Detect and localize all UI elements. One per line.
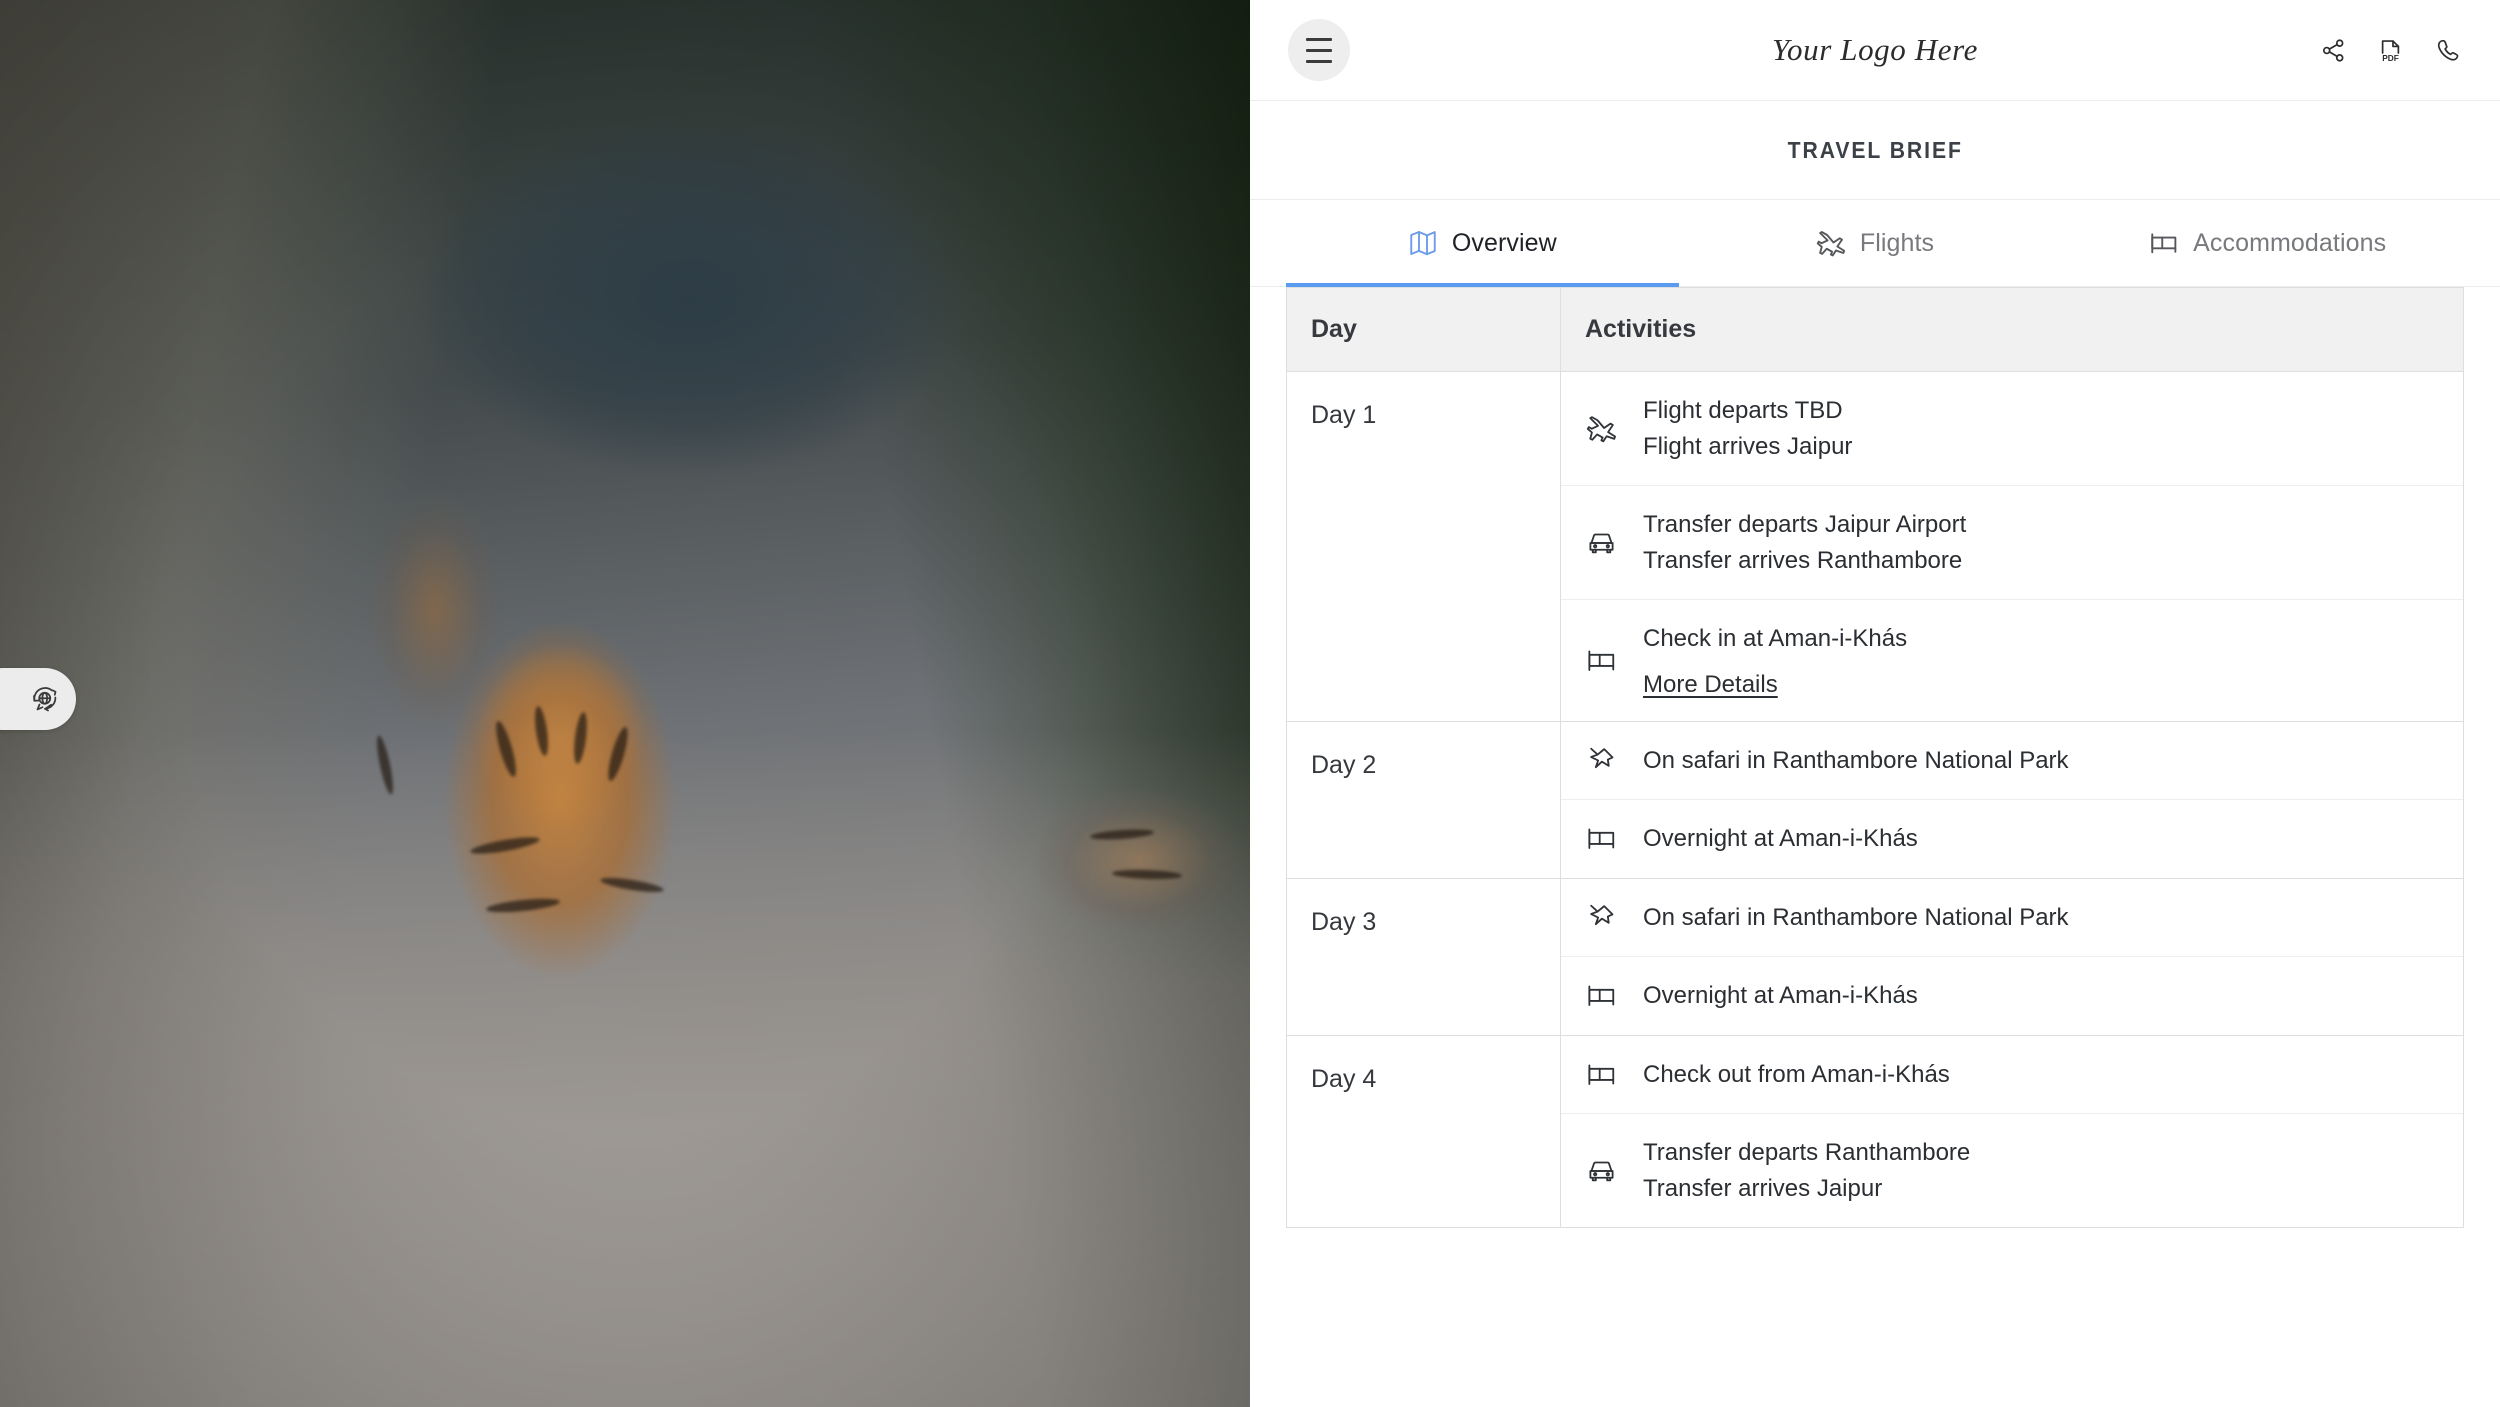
activities-cell: On safari in Ranthambore National Park Ov… <box>1560 877 2464 1036</box>
bed-icon <box>1585 644 1617 676</box>
activities-cell: Flight departs TBD Flight arrives Jaipur T… <box>1560 371 2464 722</box>
table-head: Day Activities <box>1286 287 2464 372</box>
day-cell: Day 3 <box>1286 877 1561 1036</box>
pdf-icon: PDF <box>2377 37 2404 64</box>
activity-text: On safari in Ranthambore National Park <box>1643 901 2069 934</box>
activities-cell: Check out from Aman-i-Khás Transfer depar… <box>1560 1034 2464 1229</box>
brand-logo: Your Logo Here <box>1772 32 1978 67</box>
car-icon <box>1585 527 1617 559</box>
day-label: Day 3 <box>1311 907 1377 936</box>
activity-row: Check in at Aman-i-Khás More Details <box>1561 600 2463 720</box>
plane-icon <box>1816 228 1846 258</box>
day-cell: Day 4 <box>1286 1034 1561 1229</box>
bed-icon <box>1585 1058 1617 1090</box>
activity-row: Flight departs TBD Flight arrives Jaipur <box>1561 372 2463 487</box>
top-bar: Your Logo Here PDF <box>1250 0 2500 101</box>
app-root: Your Logo Here PDF TRAVEL BRIEF Overview… <box>0 0 2500 1407</box>
day-label: Day 4 <box>1311 1064 1377 1093</box>
tab-bar: Overview Flights Accommodations <box>1250 200 2500 287</box>
activity-text: Check out from Aman-i-Khás <box>1643 1058 1950 1091</box>
svg-text:PDF: PDF <box>2382 52 2399 62</box>
activity-list: On safari in Ranthambore National Park Ov… <box>1561 879 2463 1035</box>
tab-accommodations[interactable]: Accommodations <box>2071 200 2464 286</box>
hero-image-panel <box>0 0 1250 1407</box>
more-details-link[interactable]: More Details <box>1643 671 1907 699</box>
column-header-activities: Activities <box>1560 287 2464 372</box>
bed-icon <box>1585 823 1617 855</box>
activity-row: On safari in Ranthambore National Park <box>1561 879 2463 957</box>
day-cell: Day 2 <box>1286 720 1561 879</box>
activity-text: Transfer departs Jaipur Airport Transfer … <box>1643 508 1966 577</box>
page-title: TRAVEL BRIEF <box>1787 136 1963 163</box>
page-title-band: TRAVEL BRIEF <box>1250 101 2500 200</box>
phone-icon <box>2434 37 2461 64</box>
table-header-row: Day Activities <box>1286 287 2464 372</box>
activity-line: Transfer arrives Ranthambore <box>1643 547 1963 575</box>
activity-row: Transfer departs Jaipur Airport Transfer … <box>1561 486 2463 601</box>
activity-line: Transfer departs Jaipur Airport <box>1643 511 1967 539</box>
tab-overview[interactable]: Overview <box>1286 200 1679 287</box>
pin-icon <box>1585 744 1617 776</box>
photo-vignette <box>0 0 1250 1407</box>
bed-icon <box>2149 228 2179 258</box>
plane-icon <box>1585 413 1617 445</box>
day-label: Day 1 <box>1311 401 1377 429</box>
activity-row: Overnight at Aman-i-Khás <box>1561 957 2463 1035</box>
itinerary-table-container: Day Activities Day 1 Flight departs TBD Fl… <box>1250 287 2500 1407</box>
activity-line: Flight arrives Jaipur <box>1643 433 1853 461</box>
day-cell: Day 1 <box>1286 371 1561 722</box>
hamburger-icon-line <box>1306 59 1332 63</box>
table-row: Day 2 On safari in Ranthambore National P… <box>1286 720 2464 879</box>
share-button[interactable] <box>2318 35 2348 65</box>
pdf-download-button[interactable]: PDF <box>2375 35 2405 65</box>
activity-line: Transfer departs Ranthambore <box>1643 1138 1971 1166</box>
activity-text: Flight departs TBD Flight arrives Jaipur <box>1643 394 1852 463</box>
activities-cell: On safari in Ranthambore National Park Ov… <box>1560 720 2464 879</box>
activity-row: Transfer departs Ranthambore Transfer arr… <box>1561 1114 2463 1227</box>
hamburger-menu-button[interactable] <box>1288 19 1350 81</box>
translate-globe-icon <box>30 684 60 714</box>
map-icon <box>1408 228 1438 258</box>
activity-line: Check in at Aman-i-Khás <box>1643 625 1908 653</box>
table-row: Day 3 On safari in Ranthambore National P… <box>1286 877 2464 1036</box>
table-body: Day 1 Flight departs TBD Flight arrives Ja… <box>1286 371 2464 1229</box>
table-row: Day 4 Check out from Aman-i-Khás Transfer … <box>1286 1034 2464 1229</box>
activity-row: Overnight at Aman-i-Khás <box>1561 800 2463 878</box>
activity-line: Check out from Aman-i-Khás <box>1643 1060 1950 1088</box>
activity-list: Flight departs TBD Flight arrives Jaipur T… <box>1561 372 2463 721</box>
bed-icon <box>1585 980 1617 1012</box>
hamburger-icon-line <box>1306 48 1332 52</box>
activity-text: Check in at Aman-i-Khás More Details <box>1643 622 1907 698</box>
tab-flights[interactable]: Flights <box>1679 200 2072 286</box>
activity-line: Overnight at Aman-i-Khás <box>1643 982 1918 1010</box>
tab-flights-label: Flights <box>1859 228 1935 257</box>
phone-button[interactable] <box>2432 35 2462 65</box>
activity-text: Transfer departs Ranthambore Transfer arr… <box>1643 1136 1970 1205</box>
activity-line: Transfer arrives Jaipur <box>1643 1174 1883 1202</box>
translate-widget-button[interactable] <box>0 668 76 730</box>
tab-overview-label: Overview <box>1451 228 1557 257</box>
hamburger-icon-line <box>1306 37 1332 41</box>
tab-accommodations-label: Accommodations <box>2193 228 2387 257</box>
car-icon <box>1585 1154 1617 1186</box>
content-panel: Your Logo Here PDF TRAVEL BRIEF Overview… <box>1250 0 2500 1407</box>
day-label: Day 2 <box>1311 750 1377 779</box>
activity-list: Check out from Aman-i-Khás Transfer depar… <box>1561 1036 2463 1227</box>
activity-row: Check out from Aman-i-Khás <box>1561 1036 2463 1114</box>
column-header-day: Day <box>1286 287 1561 372</box>
top-bar-actions: PDF <box>2318 35 2462 65</box>
activity-line: Flight departs TBD <box>1643 397 1843 424</box>
pin-icon <box>1585 901 1617 933</box>
activity-text: Overnight at Aman-i-Khás <box>1643 822 1918 855</box>
activity-line: On safari in Ranthambore National Park <box>1643 903 2069 931</box>
activity-list: On safari in Ranthambore National Park Ov… <box>1561 722 2463 878</box>
activity-text: Overnight at Aman-i-Khás <box>1643 979 1918 1012</box>
itinerary-table: Day Activities Day 1 Flight departs TBD Fl… <box>1286 287 2464 1229</box>
activity-line: Overnight at Aman-i-Khás <box>1643 825 1918 853</box>
activity-text: On safari in Ranthambore National Park <box>1643 744 2069 777</box>
activity-row: On safari in Ranthambore National Park <box>1561 722 2463 800</box>
share-icon <box>2320 37 2347 64</box>
table-row: Day 1 Flight departs TBD Flight arrives Ja… <box>1286 371 2464 722</box>
activity-line: On safari in Ranthambore National Park <box>1643 746 2069 774</box>
